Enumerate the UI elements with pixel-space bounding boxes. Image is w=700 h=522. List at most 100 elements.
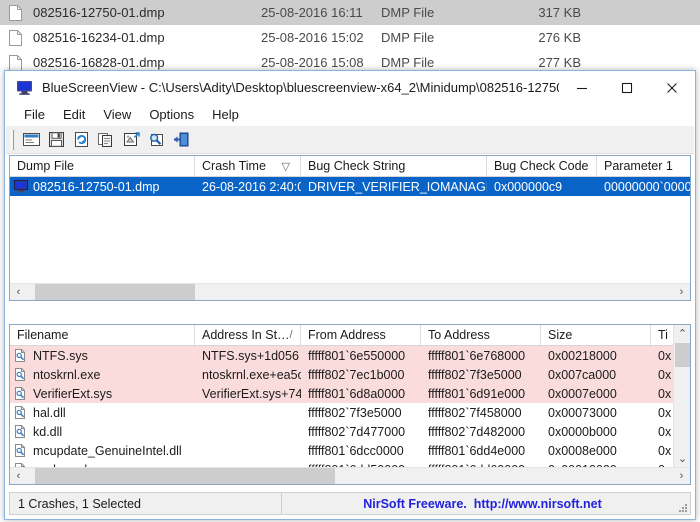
- status-brand-text: NirSoft Freeware.: [363, 497, 467, 511]
- properties-icon[interactable]: [19, 128, 44, 152]
- bug-check-string-cell: DRIVER_VERIFIER_IOMANAGE…: [301, 180, 487, 194]
- driver-file-icon: [14, 406, 28, 420]
- time-cell: 0x: [651, 406, 673, 420]
- html-report-icon[interactable]: [119, 128, 144, 152]
- save-icon[interactable]: [44, 128, 69, 152]
- scroll-right-arrow-icon[interactable]: ›: [673, 468, 690, 485]
- explorer-file-date: 25-08-2016 16:11: [261, 5, 381, 20]
- driver-list-body: NTFS.sysNTFS.sys+1d056fffff801`6e550000f…: [10, 346, 673, 467]
- column-header-filename[interactable]: Filename: [10, 325, 195, 345]
- table-row[interactable]: mcupdate_GenuineIntel.dllfffff801`6dcc00…: [10, 441, 673, 460]
- column-header-crash-time[interactable]: Crash Time ▽: [195, 156, 301, 176]
- column-header-from-address[interactable]: From Address: [301, 325, 421, 345]
- table-row[interactable]: VerifierExt.sysVerifierExt.sys+74bbfffff…: [10, 384, 673, 403]
- time-cell: 0x: [651, 425, 673, 439]
- status-nirsoft-link[interactable]: NirSoft Freeware. http://www.nirsoft.net: [282, 493, 690, 514]
- table-row[interactable]: NTFS.sysNTFS.sys+1d056fffff801`6e550000f…: [10, 346, 673, 365]
- driver-file-icon: [14, 387, 28, 401]
- time-cell: 0x: [651, 349, 673, 363]
- menu-options[interactable]: Options: [141, 105, 202, 124]
- copy-icon[interactable]: [94, 128, 119, 152]
- cell-text: kd.dll: [33, 425, 62, 439]
- title-bar[interactable]: BlueScreenView - C:\Users\Adity\Desktop\…: [6, 72, 694, 103]
- to-address-cell: fffff802`7d482000: [421, 425, 541, 439]
- exit-icon[interactable]: [169, 128, 194, 152]
- scroll-track[interactable]: [27, 284, 673, 301]
- column-label: Size: [548, 328, 572, 342]
- table-row[interactable]: 082516-12750-01.dmp 26-08-2016 2:40:03 D…: [10, 177, 690, 196]
- explorer-file-row[interactable]: 082516-16234-01.dmp 25-08-2016 15:02 DMP…: [0, 25, 700, 50]
- table-row[interactable]: kd.dll fffff802`7d477000fffff802`7d482000…: [10, 422, 673, 441]
- status-url-text[interactable]: http://www.nirsoft.net: [474, 497, 602, 511]
- column-header-size[interactable]: Size: [541, 325, 651, 345]
- file-icon: [9, 5, 22, 21]
- size-cell: 0x0007e000: [541, 387, 651, 401]
- window-inner: BlueScreenView - C:\Users\Adity\Desktop\…: [5, 71, 695, 519]
- to-address-cell: fffff802`7f3e5000: [421, 368, 541, 382]
- column-label: Ti: [658, 328, 668, 342]
- scroll-thumb[interactable]: [35, 284, 195, 301]
- cell-text: 082516-12750-01.dmp: [33, 180, 160, 194]
- to-address-cell: fffff801`6d91e000: [421, 387, 541, 401]
- minimize-button[interactable]: [559, 73, 604, 103]
- status-crash-count: 1 Crashes, 1 Selected: [10, 493, 282, 514]
- parameter-1-cell: 00000000`000000…: [597, 180, 690, 194]
- monitor-icon: [14, 180, 28, 194]
- close-button[interactable]: [649, 73, 694, 103]
- column-header-dump-file[interactable]: Dump File: [10, 156, 195, 176]
- explorer-file-name: 082516-16234-01.dmp: [33, 30, 261, 45]
- scroll-right-arrow-icon[interactable]: ›: [673, 284, 690, 301]
- column-label: Bug Check String: [308, 159, 405, 173]
- explorer-file-size: 277 KB: [491, 55, 581, 70]
- column-label: Crash Time: [202, 159, 266, 173]
- scroll-track[interactable]: [27, 468, 673, 485]
- menu-view[interactable]: View: [95, 105, 139, 124]
- from-address-cell: fffff802`7ec1b000: [301, 368, 421, 382]
- scroll-down-arrow-icon[interactable]: ⌄: [674, 450, 691, 467]
- scroll-left-arrow-icon[interactable]: ‹: [10, 284, 27, 301]
- sort-indicator-icon: ▽: [282, 160, 290, 173]
- toolbar-grip[interactable]: [11, 130, 14, 150]
- explorer-file-type: DMP File: [381, 5, 491, 20]
- time-cell: 0x: [651, 387, 673, 401]
- crash-list-horizontal-scrollbar[interactable]: ‹ ›: [10, 283, 690, 300]
- from-address-cell: fffff801`6d8a0000: [301, 387, 421, 401]
- filename-cell: ntoskrnl.exe: [10, 368, 195, 382]
- explorer-file-date: 25-08-2016 15:08: [261, 55, 381, 70]
- column-label: Address In St…: [202, 328, 290, 342]
- menu-edit[interactable]: Edit: [55, 105, 93, 124]
- from-address-cell: fffff802`7d477000: [301, 425, 421, 439]
- find-icon[interactable]: [144, 128, 169, 152]
- crash-dump-file-cell: 082516-12750-01.dmp: [10, 180, 195, 194]
- column-header-bug-check-string[interactable]: Bug Check String: [301, 156, 487, 176]
- table-row[interactable]: hal.dllfffff802`7f3e5000fffff802`7f45800…: [10, 403, 673, 422]
- resize-grip-icon[interactable]: [676, 500, 688, 512]
- column-header-bug-check-code[interactable]: Bug Check Code: [487, 156, 597, 176]
- toolbar: [6, 126, 694, 154]
- scroll-thumb[interactable]: [675, 343, 690, 367]
- column-label: To Address: [428, 328, 490, 342]
- column-header-address-in-stack[interactable]: Address In St… /: [195, 325, 301, 345]
- refresh-icon[interactable]: [69, 128, 94, 152]
- driver-list-vertical-scrollbar[interactable]: ⌃ ⌄: [673, 325, 690, 467]
- table-row[interactable]: ntoskrnl.exentoskrnl.exe+ea5c1fffff802`7…: [10, 365, 673, 384]
- from-address-cell: fffff802`7f3e5000: [301, 406, 421, 420]
- explorer-file-name: 082516-16828-01.dmp: [33, 55, 261, 70]
- explorer-file-size: 276 KB: [491, 30, 581, 45]
- cell-text: ntoskrnl.exe: [33, 368, 100, 382]
- scroll-thumb[interactable]: [35, 468, 335, 485]
- scroll-up-arrow-icon[interactable]: ⌃: [674, 325, 691, 342]
- explorer-file-row[interactable]: 082516-12750-01.dmp 25-08-2016 16:11 DMP…: [0, 0, 700, 25]
- address-in-stack-cell: ntoskrnl.exe+ea5c1: [195, 368, 301, 382]
- column-header-to-address[interactable]: To Address: [421, 325, 541, 345]
- menu-help[interactable]: Help: [204, 105, 247, 124]
- table-row[interactable]: werkernel.sysfffff801`6dd50000fffff801`6…: [10, 460, 673, 467]
- maximize-button[interactable]: [604, 73, 649, 103]
- app-monitor-icon: [16, 79, 33, 96]
- menu-file[interactable]: File: [16, 105, 53, 124]
- driver-list-horizontal-scrollbar[interactable]: ‹ ›: [10, 467, 690, 484]
- scroll-left-arrow-icon[interactable]: ‹: [10, 468, 27, 485]
- driver-file-icon: [14, 349, 28, 363]
- column-header-parameter-1[interactable]: Parameter 1: [597, 156, 691, 176]
- size-cell: 0x00218000: [541, 349, 651, 363]
